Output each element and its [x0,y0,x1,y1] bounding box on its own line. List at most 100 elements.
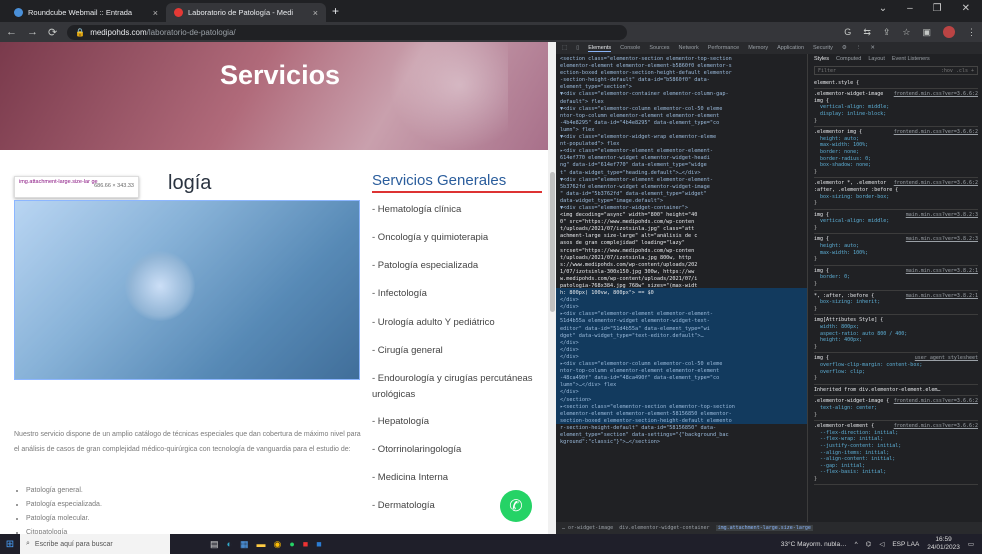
css-property[interactable]: box-sizing: border-box; [814,194,978,201]
style-rule[interactable]: frontend.min.css?ver=3.6.6:2 .elementor-w… [814,396,978,422]
dom-node-line[interactable]: ntor-top-column elementor-element elemen… [560,113,803,120]
css-property[interactable]: --gap: initial; [814,463,978,470]
chrome-icon[interactable]: ◉ [273,539,281,550]
chevron-down-icon[interactable]: ⌄ [879,3,887,14]
store-icon[interactable]: ▦ [240,539,249,550]
rule-source-link[interactable]: frontend.min.css?ver=3.6.6:2 [894,423,978,430]
dom-node-line[interactable]: h: 800px) 100vw, 800px"> == $0 [560,290,803,297]
dom-node-line[interactable]: 0" src="https://www.medipohds.com/wp-con… [560,219,803,226]
dom-node-line[interactable]: patologia-768x384.jpg 768w" sizes="(max-… [560,283,803,290]
dom-node-line[interactable]: </section> [560,397,803,404]
service-item[interactable]: - Oncología y quimioterapia [372,230,542,246]
share-icon[interactable]: ⇪ [883,27,891,38]
dom-node-line[interactable]: </div> [560,304,803,311]
dom-node-line[interactable]: 1/07/izotsinla-300x150.jpg 300w, https:/… [560,269,803,276]
css-property[interactable]: height: auto; [814,243,978,250]
rule-source-link[interactable]: frontend.min.css?ver=3.6.6:2 [894,180,978,187]
dom-node-line[interactable]: ▸<div class="elementor-element elementor… [560,148,803,155]
style-rule[interactable]: main.min.css?ver=3.8.2:1 img {border: 0;} [814,266,978,291]
bookmark-star-icon[interactable]: ☆ [902,27,910,38]
service-item[interactable]: - Patología especializada [372,258,542,274]
dom-node-line[interactable]: w.medipohds.com/wp-content/uploads/2021/… [560,276,803,283]
style-rule[interactable]: main.min.css?ver=3.8.2:3 img {vertical-al… [814,210,978,235]
back-icon[interactable]: ← [6,26,17,38]
dom-node-line[interactable]: achment-large size-large" alt="análisis … [560,233,803,240]
css-property[interactable]: max-width: 100%; [814,142,978,149]
dom-node-line[interactable]: data-widget_type="image.default"> [560,198,803,205]
styles-filter-input[interactable]: Filter :hov .cls + [814,65,978,75]
microscope-image[interactable] [14,200,360,380]
page-scrollbar-thumb[interactable] [550,172,555,312]
clock[interactable]: 16:59 24/01/2023 [927,536,960,552]
dom-node-line[interactable]: element_type="section"> [560,84,803,91]
filter-actions[interactable]: :hov .cls + [941,68,974,75]
dom-node-line[interactable]: 51d4b55a elementor-widget elementor-widg… [560,318,803,325]
service-item[interactable]: - Infectología [372,286,542,302]
dom-node-line[interactable]: section-boxed elementor-section-height-d… [560,418,803,425]
rule-source-link[interactable]: main.min.css?ver=3.8.2:3 [906,236,978,243]
dom-node-line[interactable]: ection-boxed elementor-section-height-de… [560,70,803,77]
rule-source-link[interactable]: user agent stylesheet [915,355,978,362]
dom-node-line[interactable]: </div> [560,297,803,304]
style-rule[interactable]: Inherited from div.elementor-element.ele… [814,385,978,397]
css-property[interactable]: box-shadow: none; [814,162,978,169]
notifications-icon[interactable]: ▭ [968,540,974,548]
dom-node-line[interactable]: ntor-top-column elementor-element elemen… [560,368,803,375]
new-tab-button[interactable]: + [332,4,339,22]
dom-node-line[interactable]: ng" data-id="614ef770" data-element_type… [560,162,803,169]
dom-node-line[interactable]: </div> [560,389,803,396]
dom-node-line[interactable]: ▼<div class="elementor-column elementor-… [560,106,803,113]
close-tab-icon[interactable]: × [153,8,158,18]
dom-node-line[interactable]: kground":"classic"}">…</section> [560,439,803,446]
service-item[interactable]: - Hepatología [372,414,542,430]
css-property[interactable]: vertical-align: middle; [814,218,978,225]
css-property[interactable]: --flex-direction: initial; [814,430,978,437]
tab-event-listeners[interactable]: Event Listeners [892,56,930,63]
tab-sources[interactable]: Sources [649,45,669,51]
translate-icon[interactable]: ⇆ [863,27,871,38]
service-item[interactable]: - Endourología y cirugías percutáneas ur… [372,371,542,403]
dom-node-line[interactable]: ▸<div class="elementor-column elementor-… [560,361,803,368]
tab-laboratorio[interactable]: Laboratorio de Patología - Medi × [166,3,326,22]
dom-node-line[interactable]: element_type="section" data-settings="{"… [560,432,803,439]
dom-node-line[interactable]: lumn"> flex [560,127,803,134]
css-property[interactable]: width: 800px; [814,324,978,331]
css-property[interactable]: --justify-content: initial; [814,443,978,450]
dom-node-line[interactable]: asos de gran complejidad" loading="lazy" [560,240,803,247]
whatsapp-app-icon[interactable]: ● [289,539,294,550]
rule-source-link[interactable]: main.min.css?ver=3.8.2:1 [906,293,978,300]
dom-node-line[interactable]: </div> [560,354,803,361]
tab-network[interactable]: Network [679,45,699,51]
tab-application[interactable]: Application [777,45,804,51]
service-item[interactable]: - Urología adulto Y pediátrico [372,315,542,331]
minimize-icon[interactable]: – [907,3,913,14]
dom-node-line[interactable]: <section class="elementor-section elemen… [560,56,803,63]
css-property[interactable]: text-align: center; [814,405,978,412]
rule-source-link[interactable]: frontend.min.css?ver=3.6.6:2 [894,398,978,405]
dom-node-line[interactable]: ▸<section class="elementor-section eleme… [560,404,803,411]
css-property[interactable]: overflow-clip-margin: content-box; [814,362,978,369]
menu-kebab-icon[interactable]: ⋮ [967,27,976,38]
css-property[interactable]: border: none; [814,149,978,156]
rule-source-link[interactable]: main.min.css?ver=3.8.2:3 [906,212,978,219]
windows-start-icon[interactable]: ⊞ [0,539,20,550]
css-property[interactable]: --flex-basis: initial; [814,469,978,476]
menu-kebab-icon[interactable]: ⋮ [856,45,862,51]
address-bar[interactable]: 🔒 medipohds.com/laboratorio-de-patologia… [67,24,628,40]
style-rule[interactable]: user agent stylesheet img {overflow-clip-… [814,353,978,385]
profile-avatar[interactable] [943,26,955,38]
dom-node-line[interactable]: " data-id="5b3762fd" data-element_type="… [560,191,803,198]
tab-roundcube[interactable]: Roundcube Webmail :: Entrada × [6,3,166,22]
tab-performance[interactable]: Performance [708,45,740,51]
style-rule[interactable]: frontend.min.css?ver=3.6.6:2 .elementor i… [814,127,978,179]
word-icon[interactable]: ■ [316,539,321,550]
tray-chevron-icon[interactable]: ^ [855,541,858,548]
language-indicator[interactable]: ESP LAA [892,541,919,548]
rule-source-link[interactable]: frontend.min.css?ver=3.6.6:2 [894,91,978,98]
tab-styles[interactable]: Styles [814,56,829,63]
device-toggle-icon[interactable]: ▯ [576,45,579,51]
close-icon[interactable]: ✕ [962,3,970,14]
style-rule[interactable]: frontend.min.css?ver=3.6.6:2 .elementor-w… [814,89,978,128]
dom-node-line[interactable]: editor" data-id="51d4b55a" data-element_… [560,326,803,333]
rule-source-link[interactable]: frontend.min.css?ver=3.6.6:2 [894,129,978,136]
